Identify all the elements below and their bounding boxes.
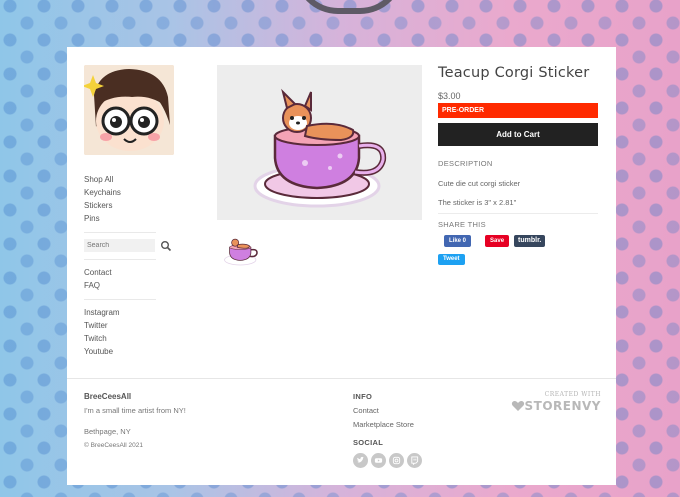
store-page: Shop All Keychains Stickers Pins Contact… <box>67 47 616 485</box>
storenvy-wordmark: STORENVY <box>524 399 601 413</box>
product-price: $3.00 <box>438 91 461 101</box>
facebook-like-button[interactable]: Like 0 <box>444 235 472 247</box>
social-nav: Instagram Twitter Twitch Youtube <box>84 306 174 358</box>
product-thumbnail[interactable] <box>220 230 262 268</box>
description-line: Cute die cut corgi sticker <box>438 179 521 188</box>
pinterest-save-label: Save <box>490 238 505 244</box>
nav-pins[interactable]: Pins <box>84 212 174 225</box>
nav-shop-all[interactable]: Shop All <box>84 173 174 186</box>
footer-divider <box>67 378 616 379</box>
product-title: Teacup Corgi Sticker <box>438 65 590 81</box>
product-info: Teacup Corgi Sticker $3.00 PRE-ORDER Add… <box>438 65 598 265</box>
divider <box>84 259 156 260</box>
description-line: The sticker is 3" x 2.81" <box>438 198 517 207</box>
footer-marketplace-link[interactable]: Marketplace Store <box>353 420 473 429</box>
nav-keychains[interactable]: Keychains <box>84 186 174 199</box>
description-label: DESCRIPTION <box>438 159 493 168</box>
search-icon[interactable] <box>160 240 172 252</box>
footer-location: Bethpage, NY <box>84 427 131 436</box>
footer-tagline: I'm a small time artist from NY! <box>84 406 186 415</box>
facebook-like-label: Like 0 <box>449 238 467 244</box>
nav-contact[interactable]: Contact <box>84 266 174 279</box>
created-with-label: CREATED WITH <box>544 391 601 398</box>
tweet-button[interactable]: Tweet <box>438 254 465 265</box>
search-input[interactable] <box>84 239 155 252</box>
share-label: SHARE THIS <box>438 220 486 229</box>
nav-faq[interactable]: FAQ <box>84 279 174 292</box>
heart-tag-icon <box>511 401 524 411</box>
footer-brand: BreeCeesAll <box>84 392 132 401</box>
search-row <box>84 239 174 252</box>
pinterest-save-button[interactable]: Save <box>485 235 510 247</box>
footer-copyright: © BreeCeesAll 2021 <box>84 442 143 449</box>
tumblr-share-button[interactable]: tumblr. <box>514 235 546 247</box>
storenvy-badge[interactable]: CREATED WITH STORENVY <box>509 391 601 413</box>
add-to-cart-button[interactable]: Add to Cart <box>438 123 598 146</box>
footer-social-heading: SOCIAL <box>353 438 384 447</box>
footer-info: INFO Contact Marketplace Store SOCIAL <box>353 392 473 468</box>
footer-about: BreeCeesAll I'm a small time artist from… <box>84 392 284 449</box>
share-buttons: Like 0 Save tumblr. <box>438 235 598 247</box>
youtube-icon[interactable] <box>371 453 386 468</box>
info-nav: Contact FAQ <box>84 266 174 292</box>
teacup-corgi-illustration <box>253 88 386 207</box>
teacup-corgi-thumbnail <box>224 238 258 266</box>
nav-twitter[interactable]: Twitter <box>84 319 174 332</box>
shop-nav: Shop All Keychains Stickers Pins <box>84 173 174 225</box>
tweet-label: Tweet <box>443 256 460 262</box>
twitter-icon[interactable] <box>353 453 368 468</box>
instagram-icon[interactable] <box>389 453 404 468</box>
nav-youtube[interactable]: Youtube <box>84 345 174 358</box>
divider <box>438 213 598 214</box>
store-logo-avatar[interactable] <box>84 65 174 155</box>
footer-contact-link[interactable]: Contact <box>353 406 473 415</box>
preorder-badge: PRE-ORDER <box>438 103 598 118</box>
footer-social-icons <box>353 453 473 468</box>
divider <box>84 232 156 233</box>
storenvy-logo: STORENVY <box>509 399 601 413</box>
footer-info-heading: INFO <box>353 392 373 401</box>
product-main-image[interactable] <box>217 65 422 220</box>
nav-twitch[interactable]: Twitch <box>84 332 174 345</box>
nav-instagram[interactable]: Instagram <box>84 306 174 319</box>
tumblr-label: tumblr. <box>518 237 542 244</box>
nav-stickers[interactable]: Stickers <box>84 199 174 212</box>
divider <box>84 299 156 300</box>
twitch-icon[interactable] <box>407 453 422 468</box>
chibi-artist-logo <box>84 65 174 155</box>
sidebar: Shop All Keychains Stickers Pins Contact… <box>84 65 174 358</box>
